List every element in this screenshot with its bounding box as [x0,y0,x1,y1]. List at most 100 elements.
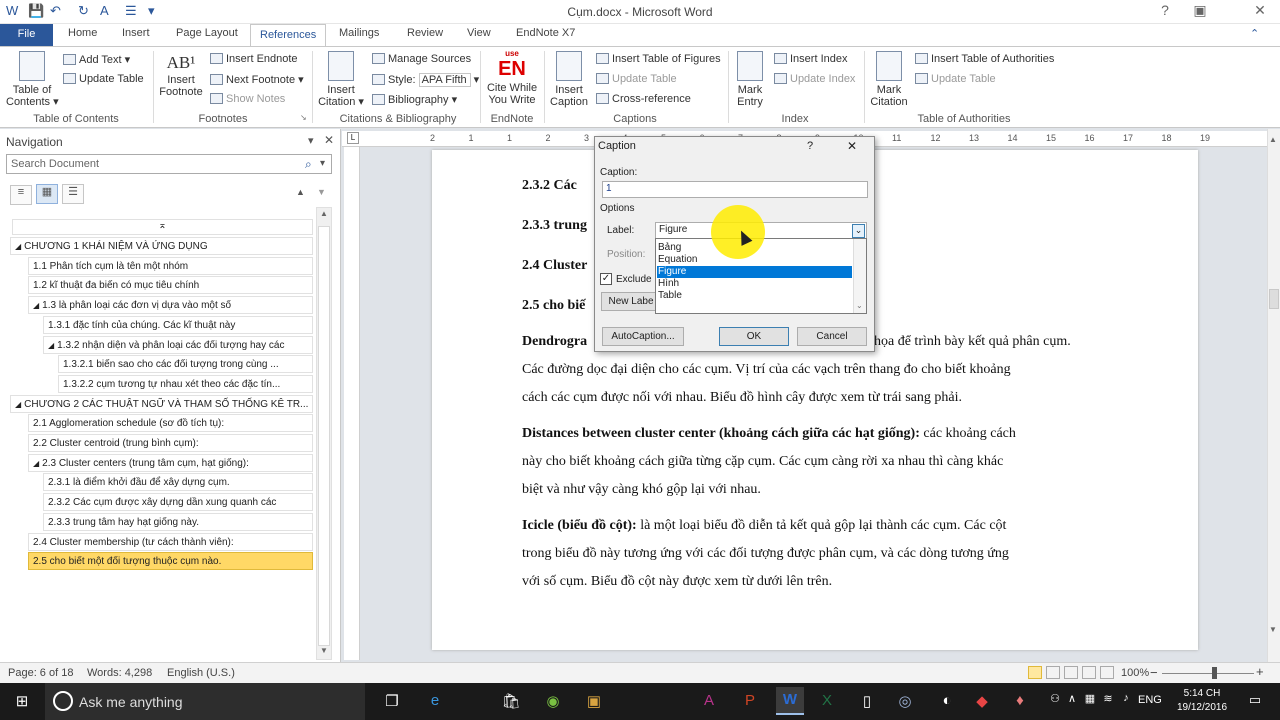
nav-heading-selected[interactable]: 2.5 cho biết một đối tượng thuộc cụm nào… [28,552,313,571]
web-layout-icon[interactable] [1064,666,1078,679]
vertical-ruler[interactable] [344,147,360,660]
nav-heading-item[interactable]: ◢ CHƯƠNG 1 KHÁI NIỆM VÀ ỨNG DỤNG [10,237,313,255]
nav-options-icon[interactable]: ▾ [308,134,314,147]
app-icon[interactable]: ◎ [893,692,917,712]
nav-heading-item[interactable]: 2.3.1 là điểm khởi đầu để xây dựng cụm. [43,473,313,492]
table-of-contents-button[interactable]: Table of Contents ▾ [6,51,59,108]
insert-caption-button[interactable]: Insert Caption [548,51,590,108]
dialog-launcher-icon[interactable]: ↘ [300,113,307,122]
zoom-in-icon[interactable]: + [1256,664,1264,679]
nav-heading-item[interactable]: 1.2 kĩ thuật đa biến có mục tiêu chính [28,276,313,295]
nav-heading-item[interactable]: ◢ 2.3 Cluster centers (trung tâm cụm, hạt… [28,453,313,472]
expand-arrow-icon[interactable]: ◢ [15,400,21,409]
tab-insert[interactable]: Insert [122,27,150,39]
word-taskbar-icon[interactable]: W [776,687,804,715]
mark-entry-button[interactable]: Mark Entry [732,51,768,108]
nav-scroll-thumb[interactable] [318,226,330,646]
results-view-icon[interactable]: ☰ [62,184,84,204]
dialog-close-button[interactable]: ✕ [847,139,857,153]
tab-page-layout[interactable]: Page Layout [176,27,238,39]
style-selector[interactable]: Style: APA Fifth ▾ [372,73,479,88]
nav-scrollbar[interactable]: ▲ ▼ [316,207,332,660]
nav-close-icon[interactable]: ✕ [324,133,334,147]
ok-button[interactable]: OK [719,327,789,346]
manage-sources-button[interactable]: Manage Sources [372,53,471,65]
update-toa-button[interactable]: Update Table [915,73,996,85]
scroll-up-icon[interactable]: ▲ [318,209,330,221]
start-windows-icon[interactable]: ⊞ [10,692,34,712]
expand-arrow-icon[interactable]: ◢ [48,341,54,350]
tab-references[interactable]: References [250,24,327,47]
notepad-icon[interactable]: ▯ [855,692,879,712]
next-footnote-button[interactable]: Next Footnote ▾ [210,73,304,86]
previous-heading-icon[interactable]: ▲ [296,187,305,197]
word-count[interactable]: Words: 4,298 [87,667,152,679]
excel-icon[interactable]: X [815,692,839,712]
tab-home[interactable]: Home [68,27,97,39]
help-icon[interactable]: ? [1145,2,1185,18]
store-icon[interactable]: 🛍 [499,692,523,712]
collapse-all-item[interactable]: ⌅ [12,219,313,235]
print-layout-icon[interactable] [1028,666,1042,679]
zoom-slider-thumb[interactable] [1212,667,1217,679]
label-option[interactable]: Hình [657,278,852,290]
input-language[interactable]: ENG [1138,694,1162,706]
insert-table-of-figures-button[interactable]: Insert Table of Figures [596,53,721,65]
tab-selector-icon[interactable]: L [347,132,359,144]
autocaption-button[interactable]: AutoCaption... [602,327,684,346]
app-icon[interactable]: ◆ [970,692,994,712]
app-icon[interactable]: ▣ [582,692,606,712]
insert-endnote-button[interactable]: Insert Endnote [210,53,298,65]
bibliography-button[interactable]: Bibliography ▾ [372,93,457,106]
zoom-level[interactable]: 100% [1121,667,1149,679]
dialog-help-button[interactable]: ? [807,140,813,152]
zoom-slider[interactable] [1162,673,1254,674]
insert-index-button[interactable]: Insert Index [774,53,847,65]
next-heading-icon[interactable]: ▼ [317,187,326,197]
exclude-checkbox[interactable]: ✓ [600,273,612,285]
tab-file[interactable]: File [0,24,53,46]
insert-footnote-button[interactable]: AB¹ Insert Footnote [158,54,204,98]
page-count[interactable]: Page: 6 of 18 [8,667,73,679]
app-icon[interactable]: ♦ [1008,692,1032,712]
collapse-ribbon-icon[interactable]: ⌃ [1250,27,1259,40]
nav-heading-item[interactable]: 2.3.3 trung tâm hay hạt giống này. [43,512,313,531]
task-view-icon[interactable]: ❐ [380,692,404,712]
update-toc-button[interactable]: Update Table [63,73,144,85]
notifications-icon[interactable]: ▭ [1243,692,1267,712]
mark-citation-button[interactable]: Mark Citation [868,51,910,108]
ribbon-display-icon[interactable]: ▣ [1185,2,1215,19]
edge-icon[interactable]: e [423,692,447,712]
nav-heading-item[interactable]: 1.3.1 đặc tính của chúng. Các kĩ thuật n… [43,315,313,334]
pages-view-icon[interactable]: ▦ [36,184,58,204]
volume-icon[interactable]: ♪ [1114,692,1138,712]
close-window-icon[interactable]: ✕ [1240,2,1280,19]
nav-heading-item[interactable]: ◢ 1.3.2 nhận diện và phân loại các đối tư… [43,335,313,354]
doc-scroll-down-icon[interactable]: ▼ [1269,625,1277,634]
cite-while-you-write-button[interactable]: use EN Cite While You Write [484,49,540,106]
nav-heading-item[interactable]: 2.2 Cluster centroid (trung bình cụm): [28,434,313,452]
app-icon[interactable]: ◐ [935,692,959,712]
full-screen-reading-icon[interactable] [1046,666,1060,679]
tab-view[interactable]: View [467,27,491,39]
draft-view-icon[interactable] [1100,666,1114,679]
app-icon[interactable]: ◉ [541,692,565,712]
nav-heading-item[interactable]: 2.4 Cluster membership (tư cách thành vi… [28,532,313,551]
add-text-button[interactable]: Add Text ▾ [63,53,130,66]
insert-citation-button[interactable]: Insert Citation ▾ [318,51,364,108]
document-scrollbar[interactable]: ▲ ▼ [1267,129,1280,662]
powerpoint-icon[interactable]: P [738,692,762,712]
doc-scroll-thumb[interactable] [1269,289,1279,309]
cross-reference-button[interactable]: Cross-reference [596,93,691,105]
search-icon[interactable]: ⌕ [305,157,312,172]
doc-scroll-up-icon[interactable]: ▲ [1269,135,1277,144]
tab-mailings[interactable]: Mailings [339,27,379,39]
headings-view-icon[interactable]: ≡ [10,185,32,205]
dropdown-scroll-down-icon[interactable]: ⌄ [856,301,863,310]
label-dropdown-arrow-icon[interactable]: ⌄ [852,224,865,238]
update-table-of-figures-button[interactable]: Update Table [596,73,677,85]
expand-arrow-icon[interactable]: ◢ [33,301,39,310]
insert-table-of-authorities-button[interactable]: Insert Table of Authorities [915,53,1054,65]
dropdown-scrollbar[interactable]: ⌄ [853,239,866,313]
search-input[interactable]: Search Document [6,154,332,174]
